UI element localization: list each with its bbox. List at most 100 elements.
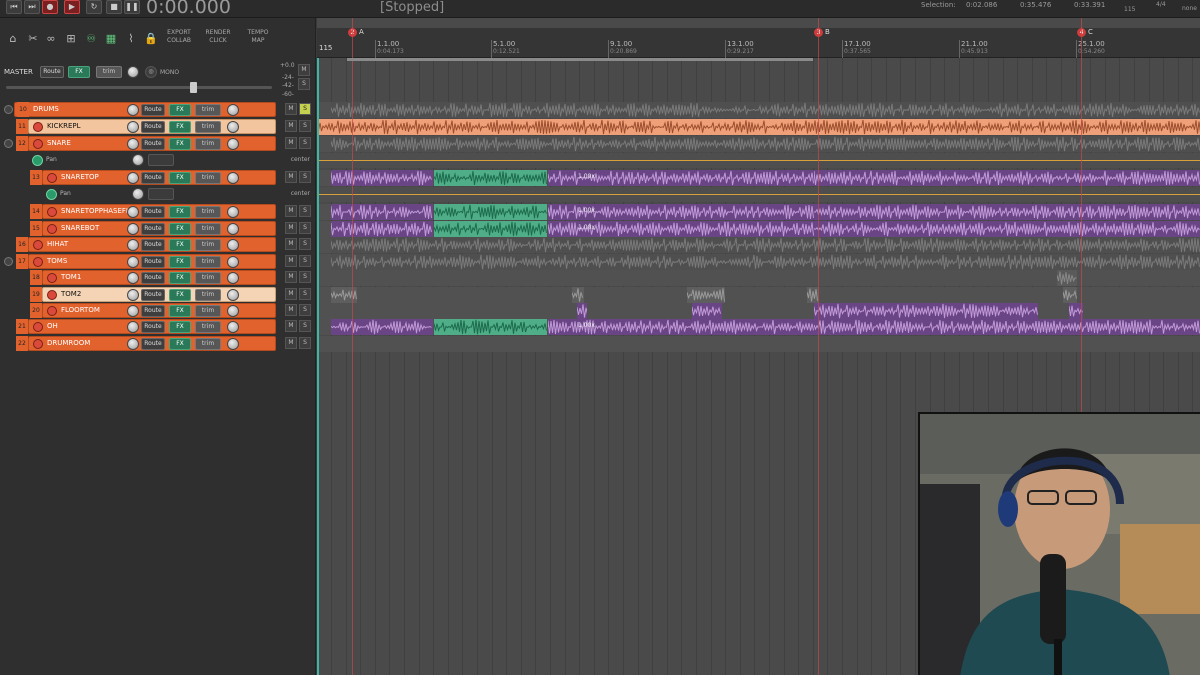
track-drumroom[interactable]: DRUMROOM Route FX trim	[28, 336, 276, 351]
play-button[interactable]: ▶	[64, 0, 80, 14]
pan-knob[interactable]	[132, 188, 144, 200]
solo-button[interactable]: S	[299, 205, 311, 217]
volume-knob[interactable]	[127, 256, 139, 268]
lane-snaretopphasefix[interactable]: 1.00x	[317, 204, 1200, 220]
ripple-icon[interactable]: ♾	[84, 32, 98, 46]
snap-icon[interactable]: ✂	[26, 32, 40, 46]
media-item[interactable]	[331, 102, 1200, 118]
folder-toggle-icon[interactable]	[4, 105, 13, 114]
folder-toggle-icon[interactable]	[4, 257, 13, 266]
lane-snare[interactable]	[317, 136, 1200, 152]
marker-c[interactable]: 4C	[1077, 28, 1093, 37]
fx-button[interactable]: FX	[169, 206, 191, 218]
trim-button[interactable]: trim	[195, 239, 221, 251]
media-item[interactable]	[814, 170, 1200, 186]
track-snarebot[interactable]: SNAREBOT Route FX trim	[42, 221, 276, 236]
track-drums[interactable]: DRUMS Route FX trim	[14, 102, 276, 117]
track-snaretop[interactable]: SNARETOP Route FX trim	[42, 170, 276, 185]
route-button[interactable]: Route	[141, 321, 165, 333]
lane-kickrepl[interactable]	[317, 119, 1200, 135]
trim-button[interactable]: trim	[195, 305, 221, 317]
media-item[interactable]	[434, 319, 547, 335]
pan-knob[interactable]	[227, 138, 239, 150]
fx-button[interactable]: FX	[169, 104, 191, 116]
trim-button[interactable]: trim	[195, 321, 221, 333]
go-start-icon[interactable]: ⏮	[6, 0, 22, 14]
track-hihat[interactable]: HIHAT Route FX trim	[28, 237, 276, 252]
stop-button[interactable]: ■	[106, 0, 122, 14]
route-button[interactable]: Route	[141, 305, 165, 317]
media-item[interactable]	[331, 254, 1200, 270]
route-button[interactable]: Route	[141, 272, 165, 284]
fx-button[interactable]: FX	[169, 338, 191, 350]
volume-knob[interactable]	[127, 206, 139, 218]
trim-button[interactable]: trim	[195, 256, 221, 268]
pan-knob[interactable]	[227, 256, 239, 268]
media-item[interactable]: 1.00x	[548, 170, 814, 186]
record-arm-button[interactable]	[47, 173, 57, 183]
volume-knob[interactable]	[127, 321, 139, 333]
route-button[interactable]: Route	[141, 239, 165, 251]
mute-button[interactable]: M	[285, 103, 297, 115]
route-button[interactable]: Route	[141, 289, 165, 301]
mute-button[interactable]: M	[285, 255, 297, 267]
export-collab-button[interactable]: EXPORT COLLAB	[164, 29, 194, 45]
media-item[interactable]	[317, 119, 1200, 135]
solo-button[interactable]: S	[299, 238, 311, 250]
route-button[interactable]: Route	[141, 104, 165, 116]
record-arm-button[interactable]	[33, 122, 43, 132]
mute-button[interactable]: M	[285, 171, 297, 183]
track-name[interactable]: SNARETOPPHASEFIX	[61, 207, 133, 215]
mute-button[interactable]: M	[285, 137, 297, 149]
pan-knob[interactable]	[227, 239, 239, 251]
render-click-button[interactable]: RENDER CLICK	[204, 29, 232, 45]
lane-oh[interactable]: 1.00x	[317, 319, 1200, 335]
folder-toggle-icon[interactable]	[4, 139, 13, 148]
track-name[interactable]: TOM1	[61, 273, 81, 281]
solo-button[interactable]: S	[299, 320, 311, 332]
mute-button[interactable]: M	[285, 271, 297, 283]
route-button[interactable]: Route	[141, 121, 165, 133]
media-item[interactable]	[814, 204, 1200, 220]
lane-floortom[interactable]	[317, 303, 1200, 319]
track-snare[interactable]: SNARE Route FX trim	[28, 136, 276, 151]
lane-snarebot[interactable]: 1.00x	[317, 221, 1200, 237]
master-slider-handle[interactable]	[190, 82, 197, 93]
pan-knob[interactable]	[227, 172, 239, 184]
media-item[interactable]	[331, 136, 1200, 152]
lane-tom1[interactable]	[317, 270, 1200, 286]
track-snaretopphasefix[interactable]: SNARETOPPHASEFIX Route FX trim	[42, 204, 276, 219]
media-item[interactable]	[331, 204, 433, 220]
fx-button[interactable]: FX	[169, 223, 191, 235]
trim-button[interactable]: trim	[195, 206, 221, 218]
media-item[interactable]	[692, 303, 722, 319]
media-item[interactable]	[814, 303, 1038, 319]
pan-knob[interactable]	[227, 289, 239, 301]
lane-drumroom[interactable]	[317, 336, 1200, 352]
master-track[interactable]: MASTER Route FX trim ◎ MONO +0.0 -24- -4…	[0, 62, 316, 104]
track-name[interactable]: DRUMS	[33, 105, 59, 113]
pan-knob[interactable]	[227, 121, 239, 133]
volume-knob[interactable]	[127, 272, 139, 284]
track-floortom[interactable]: FLOORTOM Route FX trim	[42, 303, 276, 318]
record-arm-button[interactable]	[33, 257, 43, 267]
pan-envelope-lane[interactable]: Pan center	[42, 187, 316, 202]
fx-button[interactable]: FX	[169, 239, 191, 251]
fx-button[interactable]: FX	[169, 321, 191, 333]
track-name[interactable]: OH	[47, 322, 58, 330]
record-arm-button[interactable]	[47, 306, 57, 316]
media-item[interactable]	[814, 319, 1200, 335]
pan-knob[interactable]	[227, 206, 239, 218]
link-icon[interactable]: ∞	[44, 32, 58, 46]
mute-button[interactable]: M	[285, 238, 297, 250]
mute-button[interactable]: M	[285, 320, 297, 332]
media-item[interactable]: 1.00x	[548, 319, 814, 335]
media-item[interactable]	[331, 170, 433, 186]
fx-button[interactable]: FX	[169, 172, 191, 184]
mono-label[interactable]: MONO	[160, 69, 179, 77]
trim-button[interactable]: trim	[195, 172, 221, 184]
pan-knob[interactable]	[227, 272, 239, 284]
timeline-ruler[interactable]: 115 2A 3B 4C 1.1.000:04.173 5.1.000:12.521 9.…	[317, 28, 1200, 58]
trim-button[interactable]: trim	[195, 289, 221, 301]
media-item[interactable]	[331, 237, 1200, 253]
